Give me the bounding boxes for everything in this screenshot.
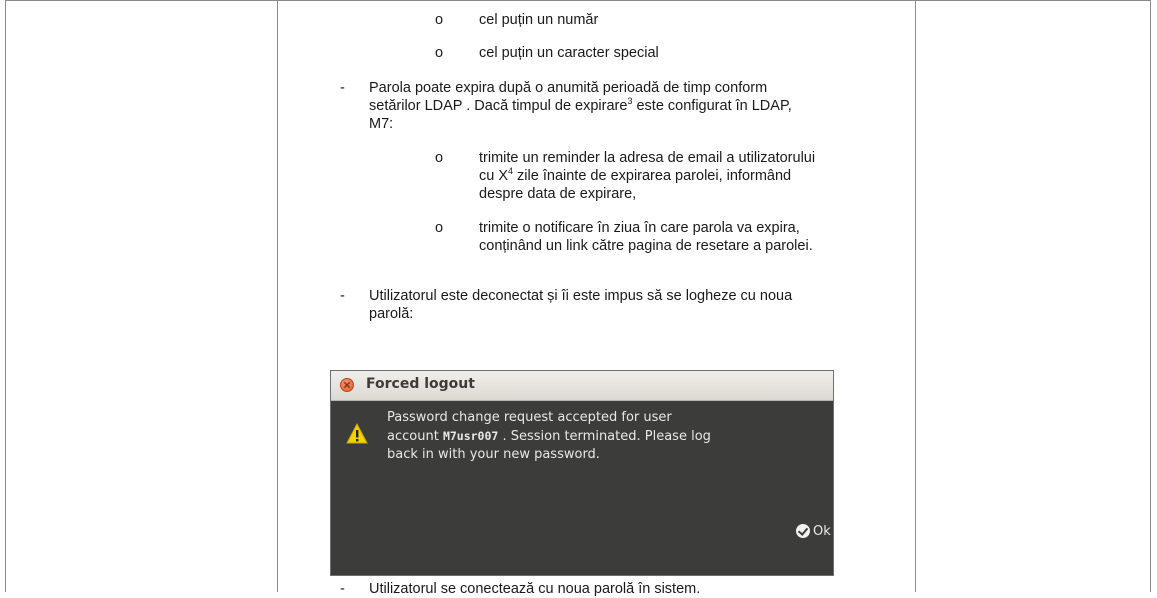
ok-button-label: Ok [813,523,831,539]
sub-bullet-marker: o [435,150,444,166]
sub-bullet-marker: o [435,220,444,236]
warning-icon [346,423,368,444]
expiry-paragraph-line: setărilor LDAP . Dacă timpul de expirare… [369,96,792,114]
table-border-left [5,0,6,592]
logout-paragraph-line: parolă: [369,306,414,322]
notification-text-line: conținând un link către pagina de reseta… [479,238,813,254]
dash-bullet-marker: - [340,581,345,597]
dialog-message: Password change request accepted for use… [387,410,711,462]
account-id: M7usr007 [442,429,499,443]
table-column-divider [915,0,916,592]
table-column-divider [277,0,278,592]
ok-button[interactable]: Ok [796,521,831,541]
sub-bullet-marker: o [435,12,444,28]
close-icon[interactable] [340,378,354,392]
forced-logout-dialog: Forced logout Password change request ac… [330,370,834,576]
table-border-top [5,0,1151,1]
dialog-titlebar: Forced logout [331,371,833,401]
table-border-right [1150,0,1151,592]
reminder-text-line: cu X4 zile înainte de expirarea parolei,… [479,166,792,184]
logout-paragraph-line: Utilizatorul este deconectat și îi este … [369,288,793,304]
final-paragraph-line: Utilizatorul se conectează cu noua parol… [369,581,701,597]
sub-bullet-marker: o [435,45,444,61]
expiry-paragraph-line: M7: [369,116,394,132]
dash-bullet-marker: - [340,80,345,96]
notification-text-line: trimite o notificare în ziua în care par… [479,220,800,236]
requirement-special-text: cel puțin un caracter special [479,45,659,61]
dash-bullet-marker: - [340,288,345,304]
expiry-paragraph-line: Parola poate expira după o anumită perio… [369,80,768,96]
checkmark-icon [796,524,810,538]
reminder-text-line: trimite un reminder la adresa de email a… [479,150,816,166]
requirement-number-text: cel puțin un număr [479,12,599,28]
reminder-text-line: despre data de expirare, [479,186,637,202]
dialog-title: Forced logout [366,376,475,392]
